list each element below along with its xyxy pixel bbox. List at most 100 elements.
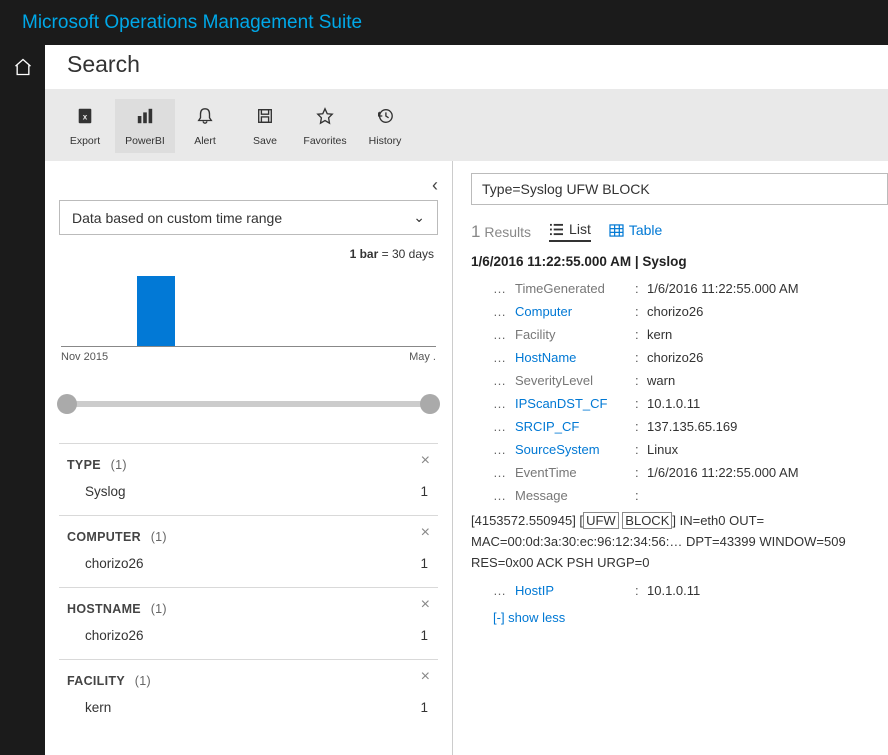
facet-row[interactable]: kern 1 (59, 688, 438, 717)
record-field: …EventTime:1/6/2016 11:22:55.000 AM (471, 461, 888, 484)
toolbar-label: Export (70, 135, 100, 147)
slider-handle-left[interactable] (57, 394, 77, 414)
facet-title: TYPE (1) (59, 458, 438, 472)
collapse-left-icon[interactable]: ‹ (59, 175, 438, 196)
history-button[interactable]: History (355, 99, 415, 153)
field-key: TimeGenerated (515, 281, 635, 296)
svg-text:x: x (83, 113, 88, 122)
home-icon[interactable] (13, 57, 33, 82)
facets-panel: ‹ Data based on custom time range ⌄ 1 ba… (45, 161, 453, 755)
record-message: [4153572.550945] [UFW BLOCK] IN=eth0 OUT… (471, 511, 888, 573)
field-value: 10.1.0.11 (647, 396, 888, 411)
slider-handle-right[interactable] (420, 394, 440, 414)
time-range-select[interactable]: Data based on custom time range ⌄ (59, 200, 438, 235)
facet-value-label: kern (85, 700, 111, 715)
field-value: Linux (647, 442, 888, 457)
record-field: …Facility:kern (471, 323, 888, 346)
facet-close-icon[interactable]: × (421, 524, 430, 542)
field-actions-icon[interactable]: … (493, 488, 515, 503)
toolbar: x Export PowerBIAlert Save Favorites History (45, 89, 888, 161)
field-value: warn (647, 373, 888, 388)
search-query-input[interactable]: Type=Syslog UFW BLOCK (471, 173, 888, 205)
field-key[interactable]: SRCIP_CF (515, 419, 635, 434)
favorites-button[interactable]: Favorites (295, 99, 355, 153)
facet-close-icon[interactable]: × (421, 668, 430, 686)
alert-button[interactable]: Alert (175, 99, 235, 153)
favorites-icon (316, 105, 334, 127)
facet-title: HOSTNAME (1) (59, 602, 438, 616)
record-field: …SRCIP_CF:137.135.65.169 (471, 415, 888, 438)
facet-close-icon[interactable]: × (421, 596, 430, 614)
field-actions-icon[interactable]: … (493, 327, 515, 342)
facet-row[interactable]: chorizo26 1 (59, 616, 438, 645)
field-actions-icon[interactable]: … (493, 350, 515, 365)
tab-table[interactable]: Table (609, 222, 662, 241)
tab-table-label: Table (629, 222, 662, 238)
field-key[interactable]: SourceSystem (515, 442, 635, 457)
field-actions-icon[interactable]: … (493, 583, 515, 598)
facet-title: FACILITY (1) (59, 674, 438, 688)
field-actions-icon[interactable]: … (493, 396, 515, 411)
time-slider[interactable] (63, 393, 434, 423)
layout: Search x Export PowerBIAlert Save Favorites H… (0, 45, 888, 755)
record-field: … HostIP : 10.1.0.11 (471, 579, 888, 602)
record-field: …TimeGenerated:1/6/2016 11:22:55.000 AM (471, 277, 888, 300)
facet-close-icon[interactable]: × (421, 452, 430, 470)
field-key[interactable]: Computer (515, 304, 635, 319)
field-actions-icon[interactable]: … (493, 419, 515, 434)
save-icon (256, 105, 274, 127)
results-tabs: 1 Results List Table (471, 221, 888, 242)
field-value: 1/6/2016 11:22:55.000 AM (647, 465, 888, 480)
table-icon (609, 224, 624, 237)
record-field: …Message: (471, 484, 888, 507)
facet-value-count: 1 (420, 628, 428, 643)
history-icon (376, 105, 394, 127)
export-icon: x (76, 105, 94, 127)
field-actions-icon[interactable]: … (493, 373, 515, 388)
page-title: Search (45, 45, 888, 89)
field-key: Message (515, 488, 635, 503)
app-title: Microsoft Operations Management Suite (0, 0, 888, 45)
time-range-label: Data based on custom time range (72, 210, 282, 226)
facet-value-label: chorizo26 (85, 628, 144, 643)
field-value: 1/6/2016 11:22:55.000 AM (647, 281, 888, 296)
facet-value-count: 1 (420, 484, 428, 499)
toolbar-label: Favorites (303, 135, 346, 147)
field-actions-icon[interactable]: … (493, 281, 515, 296)
facet-value-count: 1 (420, 556, 428, 571)
export-button[interactable]: x Export (55, 99, 115, 153)
facet-title: COMPUTER (1) (59, 530, 438, 544)
record-field: …IPScanDST_CF:10.1.0.11 (471, 392, 888, 415)
field-value: 137.135.65.169 (647, 419, 888, 434)
field-key[interactable]: HostName (515, 350, 635, 365)
facet-hostname: ×HOSTNAME (1) chorizo26 1 (59, 587, 438, 659)
chevron-down-icon: ⌄ (413, 209, 425, 226)
field-actions-icon[interactable]: … (493, 304, 515, 319)
facet-row[interactable]: Syslog1 (59, 472, 438, 501)
facet-facility: ×FACILITY (1) kern 1 (59, 659, 438, 731)
show-less-link[interactable]: [-] show less (493, 610, 888, 625)
axis-right-label: May . (409, 351, 436, 363)
field-actions-icon[interactable]: … (493, 465, 515, 480)
axis-left-label: Nov 2015 (61, 351, 108, 363)
tab-list[interactable]: List (549, 221, 591, 242)
field-key: EventTime (515, 465, 635, 480)
field-actions-icon[interactable]: … (493, 442, 515, 457)
facet-type: ×TYPE (1)Syslog1 (59, 443, 438, 515)
slider-track (63, 401, 434, 407)
alert-icon (196, 105, 214, 127)
main: Search x Export PowerBIAlert Save Favorites H… (45, 45, 888, 755)
toolbar-label: History (369, 135, 402, 147)
facet-value-count: 1 (420, 700, 428, 715)
save-button[interactable]: Save (235, 99, 295, 153)
list-icon (549, 223, 564, 236)
field-key[interactable]: IPScanDST_CF (515, 396, 635, 411)
field-key[interactable]: HostIP (515, 583, 635, 598)
record-field: …HostName:chorizo26 (471, 346, 888, 369)
powerbi-button[interactable]: PowerBI (115, 99, 175, 153)
toolbar-label: Save (253, 135, 277, 147)
facet-row[interactable]: chorizo26 1 (59, 544, 438, 573)
facet-value-label: chorizo26 (85, 556, 144, 571)
tab-list-label: List (569, 221, 591, 237)
content: ‹ Data based on custom time range ⌄ 1 ba… (45, 161, 888, 755)
